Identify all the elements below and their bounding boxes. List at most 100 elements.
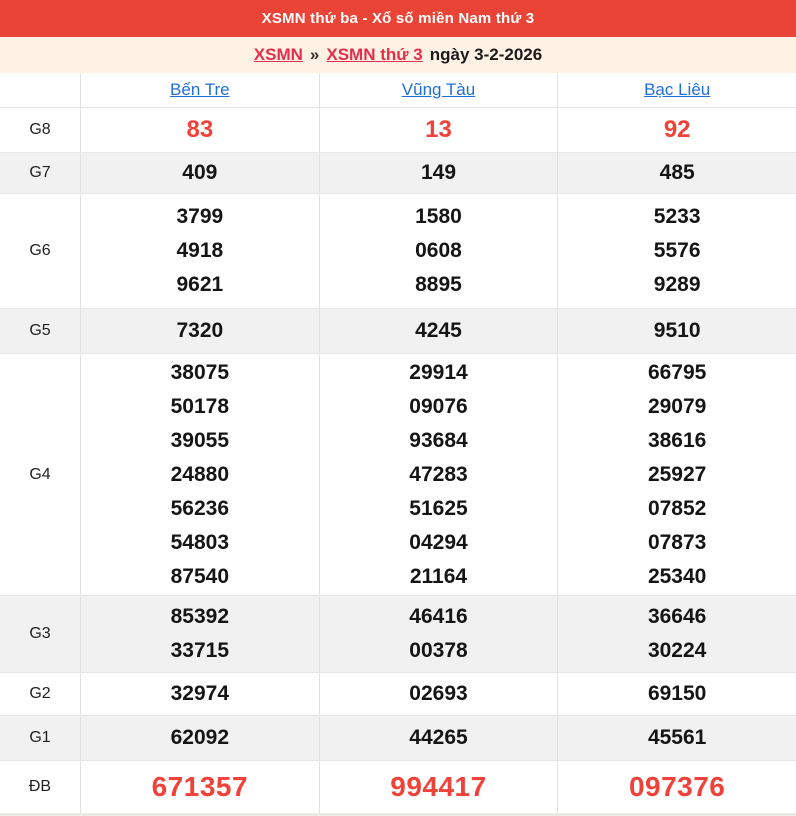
- prize-label: G5: [29, 322, 51, 339]
- result-number: 9621: [176, 273, 224, 296]
- result-number: 0608: [415, 239, 462, 262]
- result-number: 9510: [653, 319, 701, 342]
- result-number: 66795: [647, 360, 707, 384]
- province-results-cell: 02693: [318, 673, 558, 715]
- result-number: 38075: [170, 360, 230, 384]
- province-results-cell: 44265: [318, 716, 558, 760]
- province-results-cell: 671357: [80, 761, 319, 813]
- prize-label: G4: [29, 465, 51, 483]
- table-header-row: Bến Tre Vũng Tàu Bạc Liêu: [0, 73, 796, 107]
- province-results-cell: 38075 50178 39055 24880 56236 54803 87540: [80, 354, 319, 595]
- province-results-cell: 149: [318, 153, 558, 193]
- breadcrumb: XSMN » XSMN thứ 3 ngày 3-2-2026: [0, 37, 796, 73]
- results-table-body: G8 83 13 92 G7 409 149 485 G6 3799 4918 9621 1580 060…: [0, 107, 796, 816]
- province-results-cell: 5233 5576 9289: [557, 194, 796, 308]
- province-results-cell: 66795 29079 38616 25927 07852 07873 25340: [557, 354, 796, 595]
- empty-header-cell: [0, 73, 80, 107]
- result-number: 7320: [176, 319, 224, 342]
- prize-row: G8 83 13 92: [0, 107, 796, 152]
- result-number: 54803: [170, 530, 230, 554]
- prize-row: G1 62092 44265 45561: [0, 715, 796, 760]
- result-number: 36646: [647, 605, 707, 628]
- result-number: 25927: [647, 462, 707, 486]
- result-number: 25340: [647, 564, 707, 588]
- result-number: 09076: [409, 394, 468, 418]
- breadcrumb-link-xsmn[interactable]: XSMN: [254, 45, 303, 65]
- prize-label: G1: [29, 729, 51, 746]
- result-number: 5233: [653, 205, 701, 228]
- result-number: 62092: [170, 726, 230, 749]
- result-number: 1580: [415, 205, 462, 228]
- province-header-bac-lieu: Bạc Liêu: [557, 73, 796, 107]
- page-header: XSMN thứ ba - Xổ số miền Nam thứ 3: [0, 0, 796, 37]
- result-number: 85392: [170, 605, 230, 628]
- prize-row: ĐB 671357 994417 097376: [0, 760, 796, 816]
- province-results-cell: 7320: [80, 309, 319, 353]
- province-results-cell: 485: [557, 153, 796, 193]
- result-number: 56236: [170, 496, 230, 520]
- result-number: 097376: [628, 771, 726, 802]
- breadcrumb-link-xsmn-thu-3[interactable]: XSMN thứ 3: [326, 45, 422, 65]
- result-number: 39055: [170, 428, 230, 452]
- result-number: 29079: [647, 394, 707, 418]
- province-header-vung-tau: Vũng Tàu: [318, 73, 558, 107]
- result-number: 4918: [176, 239, 224, 262]
- result-number: 51625: [409, 496, 468, 520]
- result-number: 00378: [409, 639, 468, 662]
- result-number: 45561: [647, 726, 707, 749]
- prize-label: G8: [29, 121, 51, 138]
- breadcrumb-separator-icon: »: [309, 45, 320, 64]
- province-results-cell: 92: [557, 108, 796, 152]
- result-number: 3799: [176, 205, 224, 228]
- prize-label: G7: [29, 164, 51, 181]
- result-number: 44265: [409, 726, 468, 749]
- lottery-results-page: XSMN thứ ba - Xổ số miền Nam thứ 3 XSMN …: [0, 0, 796, 816]
- province-results-cell: 29914 09076 93684 47283 51625 04294 21164: [318, 354, 558, 595]
- result-number: 04294: [409, 530, 468, 554]
- result-number: 8895: [415, 273, 462, 296]
- result-number: 47283: [409, 462, 468, 486]
- result-number: 5576: [653, 239, 701, 262]
- result-number: 50178: [170, 394, 230, 418]
- result-number: 21164: [409, 564, 468, 588]
- province-results-cell: 32974: [80, 673, 319, 715]
- result-number: 30224: [647, 639, 707, 662]
- province-results-cell: 097376: [557, 761, 796, 813]
- result-number: 87540: [170, 564, 230, 588]
- result-number: 07852: [647, 496, 707, 520]
- result-number: 671357: [151, 771, 249, 802]
- result-number: 92: [663, 116, 691, 143]
- result-number: 29914: [409, 360, 468, 384]
- result-number: 409: [182, 161, 218, 184]
- result-number: 149: [420, 161, 457, 184]
- result-number: 46416: [409, 605, 468, 628]
- province-link-ben-tre[interactable]: Bến Tre: [170, 80, 230, 100]
- prize-row: G6 3799 4918 9621 1580 0608 8895 5233 5576 9289: [0, 193, 796, 308]
- province-results-cell: 1580 0608 8895: [318, 194, 558, 308]
- prize-row: G3 85392 33715 46416 00378 36646 30224: [0, 595, 796, 672]
- province-results-cell: 45561: [557, 716, 796, 760]
- province-results-cell: 36646 30224: [557, 596, 796, 672]
- province-link-bac-lieu[interactable]: Bạc Liêu: [644, 80, 710, 100]
- result-number: 33715: [170, 639, 230, 662]
- result-number: 24880: [170, 462, 230, 486]
- province-results-cell: 69150: [557, 673, 796, 715]
- breadcrumb-date: ngày 3-2-2026: [429, 45, 543, 64]
- prize-row: G4 38075 50178 39055 24880 56236 54803 87540 299…: [0, 353, 796, 595]
- province-results-cell: 3799 4918 9621: [80, 194, 319, 308]
- province-results-cell: 13: [318, 108, 558, 152]
- province-link-vung-tau[interactable]: Vũng Tàu: [402, 80, 475, 100]
- result-number: 4245: [415, 319, 462, 342]
- province-results-cell: 4245: [318, 309, 558, 353]
- prize-label: G3: [29, 625, 51, 642]
- result-number: 02693: [409, 682, 468, 705]
- province-results-cell: 83: [80, 108, 319, 152]
- prize-label: G6: [29, 242, 51, 259]
- result-number: 83: [186, 116, 214, 143]
- province-results-cell: 62092: [80, 716, 319, 760]
- result-number: 69150: [647, 682, 707, 705]
- results-table: Bến Tre Vũng Tàu Bạc Liêu G8 83 13 92 G7 409 1…: [0, 73, 796, 816]
- result-number: 07873: [647, 530, 707, 554]
- result-number: 9289: [653, 273, 701, 296]
- prize-label: G2: [29, 685, 51, 702]
